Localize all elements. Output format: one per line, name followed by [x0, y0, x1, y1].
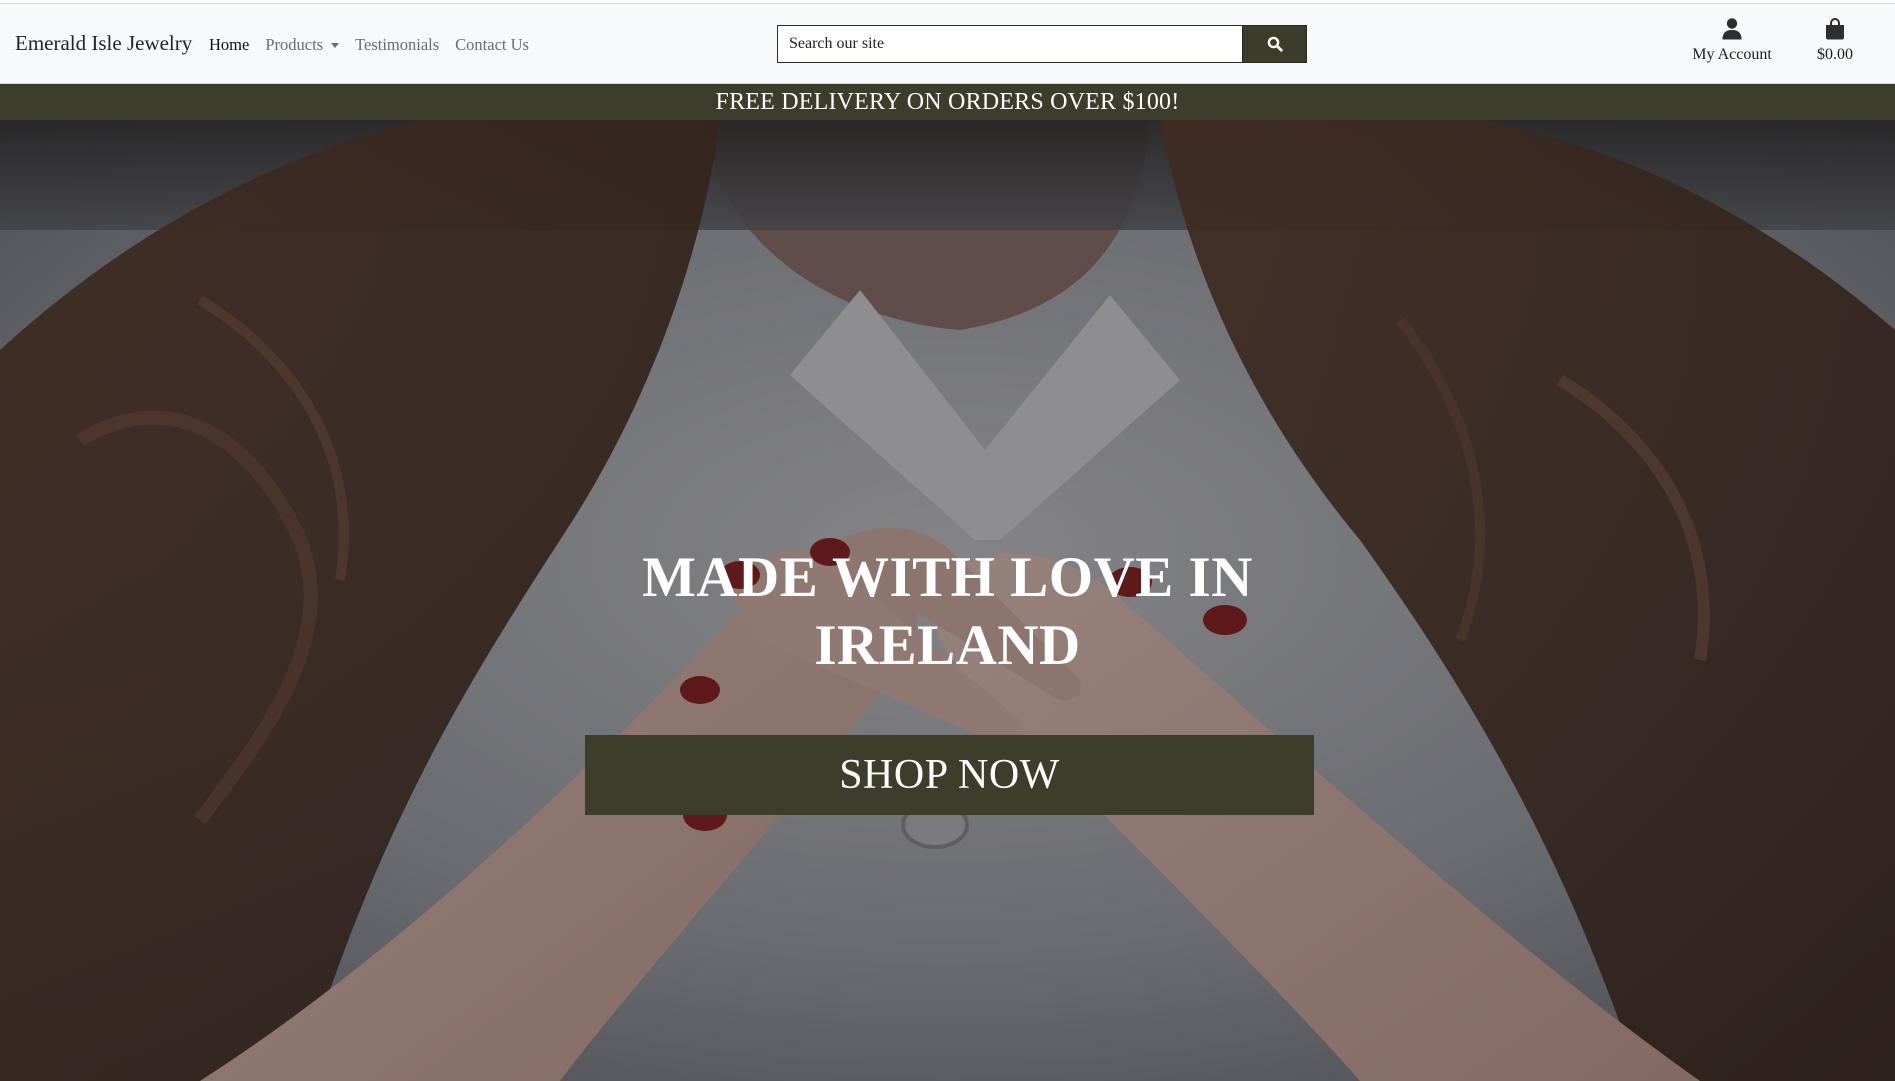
- my-account-label: My Account: [1692, 46, 1772, 63]
- hero-title: MADE WITH LOVE IN IRELAND: [560, 544, 1335, 680]
- nav-home[interactable]: Home: [209, 35, 249, 55]
- hero-title-line1: MADE WITH LOVE IN: [642, 546, 1253, 609]
- shop-now-button[interactable]: SHOP NOW: [585, 735, 1314, 815]
- search-input[interactable]: [777, 25, 1242, 63]
- free-delivery-banner: FREE DELIVERY ON ORDERS OVER $100!: [0, 84, 1895, 120]
- caret-down-icon: [331, 42, 340, 48]
- cart-link[interactable]: $0.00: [1810, 18, 1860, 64]
- cart-total: $0.00: [1817, 46, 1853, 63]
- navbar: Emerald Isle Jewelry Home Products Testi…: [0, 4, 1895, 84]
- nav-contact-us[interactable]: Contact Us: [455, 35, 529, 55]
- my-account-link[interactable]: My Account: [1688, 18, 1776, 64]
- nav-products-label: Products: [265, 35, 324, 54]
- brand-logo-link[interactable]: Emerald Isle Jewelry: [15, 31, 192, 56]
- nav-products-dropdown[interactable]: Products: [265, 35, 340, 55]
- hero-title-line2: IRELAND: [814, 614, 1081, 677]
- nav-testimonials[interactable]: Testimonials: [355, 35, 439, 55]
- shopping-bag-icon: [1826, 18, 1844, 40]
- hero-section: MADE WITH LOVE IN IRELAND SHOP NOW: [0, 120, 1895, 1081]
- user-icon: [1722, 18, 1742, 40]
- search-form: [777, 25, 1307, 63]
- search-icon: [1267, 36, 1283, 52]
- main-nav: Home Products Testimonials Contact Us: [209, 35, 545, 55]
- search-button[interactable]: [1242, 25, 1307, 63]
